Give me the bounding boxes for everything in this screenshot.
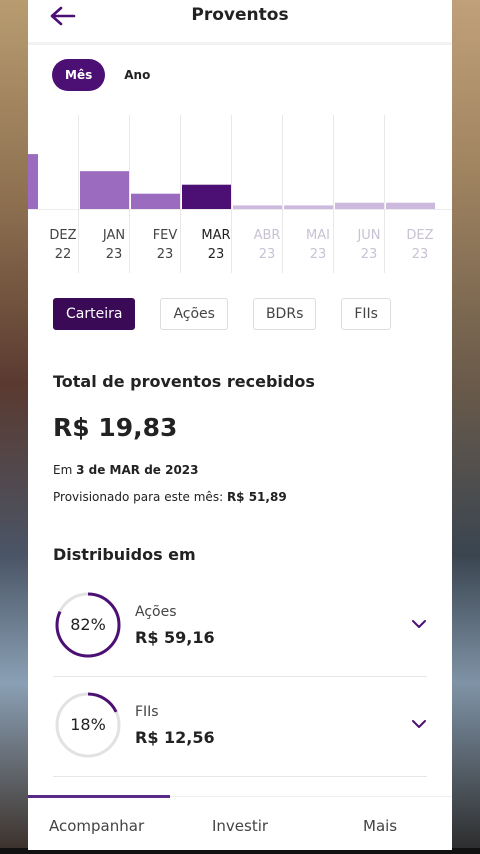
total-label: Total de proventos recebidos	[53, 372, 315, 391]
background-right	[452, 0, 480, 854]
chart-tick-year: 23	[361, 247, 378, 262]
chart-tick-year: 23	[310, 247, 327, 262]
filter-bdrs[interactable]: BDRs	[252, 298, 317, 330]
chart-tick-year: 23	[259, 247, 276, 262]
chart-bar	[284, 205, 333, 209]
period-toggle: Mês Ano	[52, 59, 163, 91]
provisioned-label: Provisionado para este mês:	[53, 490, 224, 504]
chart-bar	[28, 154, 38, 209]
distribution-row-fiis[interactable]: 18% FIIs R$ 12,56	[53, 676, 427, 777]
header: Proventos	[28, 0, 452, 40]
chart-tick-month: DEZ	[49, 228, 76, 243]
nav-acompanhar[interactable]: Acompanhar	[49, 817, 144, 835]
active-tab-indicator	[28, 795, 170, 798]
chart-bar	[182, 184, 231, 209]
asset-class-value: R$ 12,56	[135, 728, 215, 747]
total-value: R$ 19,83	[53, 413, 178, 442]
chart-tick-month: JUN	[356, 228, 380, 243]
chart-bar	[131, 193, 180, 209]
chart-tick-month: ABR	[254, 228, 281, 243]
chart-tick-year: 22	[55, 247, 72, 262]
percent-label: 82%	[70, 615, 106, 634]
chart-tick-year: 23	[106, 247, 123, 262]
chart-tick-month: FEV	[153, 228, 178, 243]
chevron-down-icon[interactable]	[411, 618, 427, 630]
chart-bar	[335, 202, 384, 209]
bottom-navigation: Acompanhar Investir Mais	[28, 795, 452, 850]
date-value: 3 de MAR de 2023	[76, 463, 199, 477]
app-screen: Proventos Mês Ano DEZ 22 JAN 23 FEV 23 MAR 23 AB…	[28, 0, 452, 850]
nav-mais[interactable]: Mais	[363, 817, 397, 835]
nav-investir[interactable]: Investir	[212, 817, 268, 835]
provisioned-value: R$ 51,89	[226, 490, 287, 504]
filter-carteira[interactable]: Carteira	[53, 298, 136, 330]
period-option-year[interactable]: Ano	[111, 59, 163, 91]
payment-date: Em 3 de MAR de 2023	[53, 463, 199, 477]
filter-fiis[interactable]: FIIs	[341, 298, 391, 330]
chart-bar	[386, 202, 435, 209]
asset-class-name: Ações	[135, 604, 177, 620]
distribution-title: Distribuidos em	[53, 545, 196, 564]
chart-bar	[80, 171, 129, 209]
chart-tick-year: 23	[157, 247, 174, 262]
asset-class-name: FIIs	[135, 704, 159, 720]
filter-acoes[interactable]: Ações	[160, 298, 228, 330]
proventos-bar-chart: DEZ 22 JAN 23 FEV 23 MAR 23 ABR 23 MAI 23 JUN 23 DEZ 23	[28, 115, 452, 273]
asset-class-value: R$ 59,16	[135, 628, 215, 647]
chevron-down-icon[interactable]	[411, 718, 427, 730]
header-divider	[28, 42, 452, 45]
chart-tick-month: MAR	[201, 228, 230, 243]
page-title: Proventos	[191, 5, 289, 25]
chart-tick-month: JAN	[102, 228, 125, 243]
chart-tick-month: MAI	[306, 228, 330, 243]
chart-tick-month: DEZ	[406, 228, 433, 243]
percent-label: 18%	[70, 715, 106, 734]
chart-tick-year: 23	[412, 247, 429, 262]
period-option-month[interactable]: Mês	[52, 59, 106, 91]
chart-bar	[233, 205, 282, 209]
background-left	[0, 0, 28, 854]
date-prefix: Em	[53, 463, 73, 477]
chart-tick-year: 23	[208, 247, 225, 262]
provisioned-line: Provisionado para este mês: R$ 51,89	[53, 490, 287, 504]
asset-filter-group: Carteira Ações BDRs FIIs	[53, 298, 391, 330]
distribution-row-acoes[interactable]: 82% Ações R$ 59,16	[53, 576, 427, 677]
